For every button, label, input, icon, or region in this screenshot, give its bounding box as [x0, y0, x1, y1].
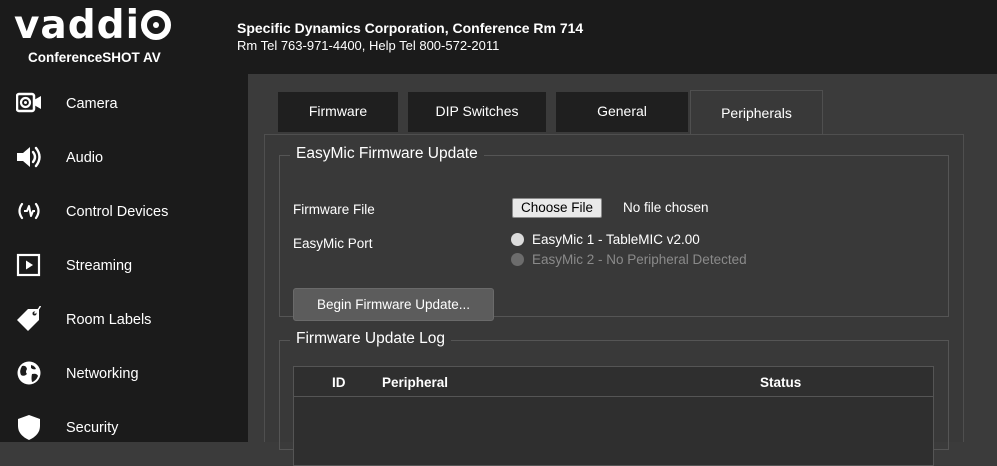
sidebar-item-camera[interactable]: Camera — [0, 78, 248, 128]
room-tel: Rm Tel 763-971-4400, Help Tel 800-572-20… — [237, 38, 500, 53]
sidebar-item-label: Networking — [66, 366, 139, 382]
firmware-update-log-section: Firmware Update Log ID Peripheral Status — [279, 330, 949, 466]
sidebar-item-streaming[interactable]: Streaming — [0, 240, 248, 290]
no-file-chosen-text: No file chosen — [623, 200, 709, 215]
radio-label: EasyMic 1 - TableMIC v2.00 — [532, 232, 700, 247]
speaker-icon — [17, 146, 41, 168]
room-name: Specific Dynamics Corporation, Conferenc… — [237, 20, 584, 36]
firmware-file-label: Firmware File — [293, 202, 375, 217]
globe-icon — [17, 361, 41, 385]
sidebar-item-audio[interactable]: Audio — [0, 132, 248, 182]
tab-firmware[interactable]: Firmware — [278, 92, 398, 132]
sidebar-item-label: Camera — [66, 96, 118, 112]
column-header-status: Status — [760, 375, 802, 390]
sidebar-item-label: Streaming — [66, 258, 133, 274]
logo-o-icon — [140, 10, 171, 40]
main-content: Firmware DIP Switches General Peripheral… — [248, 74, 997, 466]
radio-label: EasyMic 2 - No Peripheral Detected — [532, 252, 747, 267]
sidebar-item-label: Security — [66, 420, 119, 436]
sidebar-item-label: Control Devices — [66, 204, 169, 220]
sidebar: Camera Audio Control Devices Streaming R… — [0, 74, 248, 442]
radio-button[interactable] — [511, 233, 524, 246]
column-header-peripheral: Peripheral — [382, 375, 449, 390]
camera-icon — [16, 92, 41, 113]
peripherals-panel: EasyMic Firmware Update Firmware File Ch… — [264, 134, 964, 466]
easymic-port-label: EasyMic Port — [293, 236, 373, 251]
sidebar-item-networking[interactable]: Networking — [0, 348, 248, 398]
tab-dip-switches[interactable]: DIP Switches — [408, 92, 546, 132]
play-icon — [16, 253, 41, 277]
sidebar-item-room-labels[interactable]: Room Labels — [0, 294, 248, 344]
control-devices-icon — [18, 202, 40, 220]
vaddio-logo: vaddi — [14, 4, 171, 48]
tag-icon — [17, 306, 42, 331]
tab-general[interactable]: General — [556, 92, 688, 132]
header: vaddi ConferenceSHOT AV Specific Dynamic… — [0, 0, 997, 74]
shield-icon — [18, 415, 40, 440]
section-title: Firmware Update Log — [290, 330, 452, 348]
tab-peripherals[interactable]: Peripherals — [690, 90, 823, 134]
sidebar-item-security[interactable]: Security — [0, 402, 248, 452]
begin-firmware-update-button[interactable]: Begin Firmware Update... — [293, 288, 494, 321]
radio-button-disabled — [511, 253, 524, 266]
table-header: ID Peripheral Status — [294, 367, 933, 397]
logo-text: vaddi — [14, 3, 140, 48]
sidebar-item-control-devices[interactable]: Control Devices — [0, 186, 248, 236]
section-title: EasyMic Firmware Update — [290, 145, 484, 163]
sidebar-item-label: Room Labels — [66, 312, 152, 328]
product-name: ConferenceSHOT AV — [28, 50, 161, 65]
tab-bar: Firmware DIP Switches General Peripheral… — [264, 88, 964, 134]
choose-file-button[interactable]: Choose File — [512, 198, 603, 218]
sidebar-item-label: Audio — [66, 150, 104, 166]
firmware-update-log-table: ID Peripheral Status — [293, 366, 934, 466]
column-header-id: ID — [332, 375, 346, 390]
easymic-firmware-update-section: EasyMic Firmware Update Firmware File Ch… — [279, 145, 949, 321]
